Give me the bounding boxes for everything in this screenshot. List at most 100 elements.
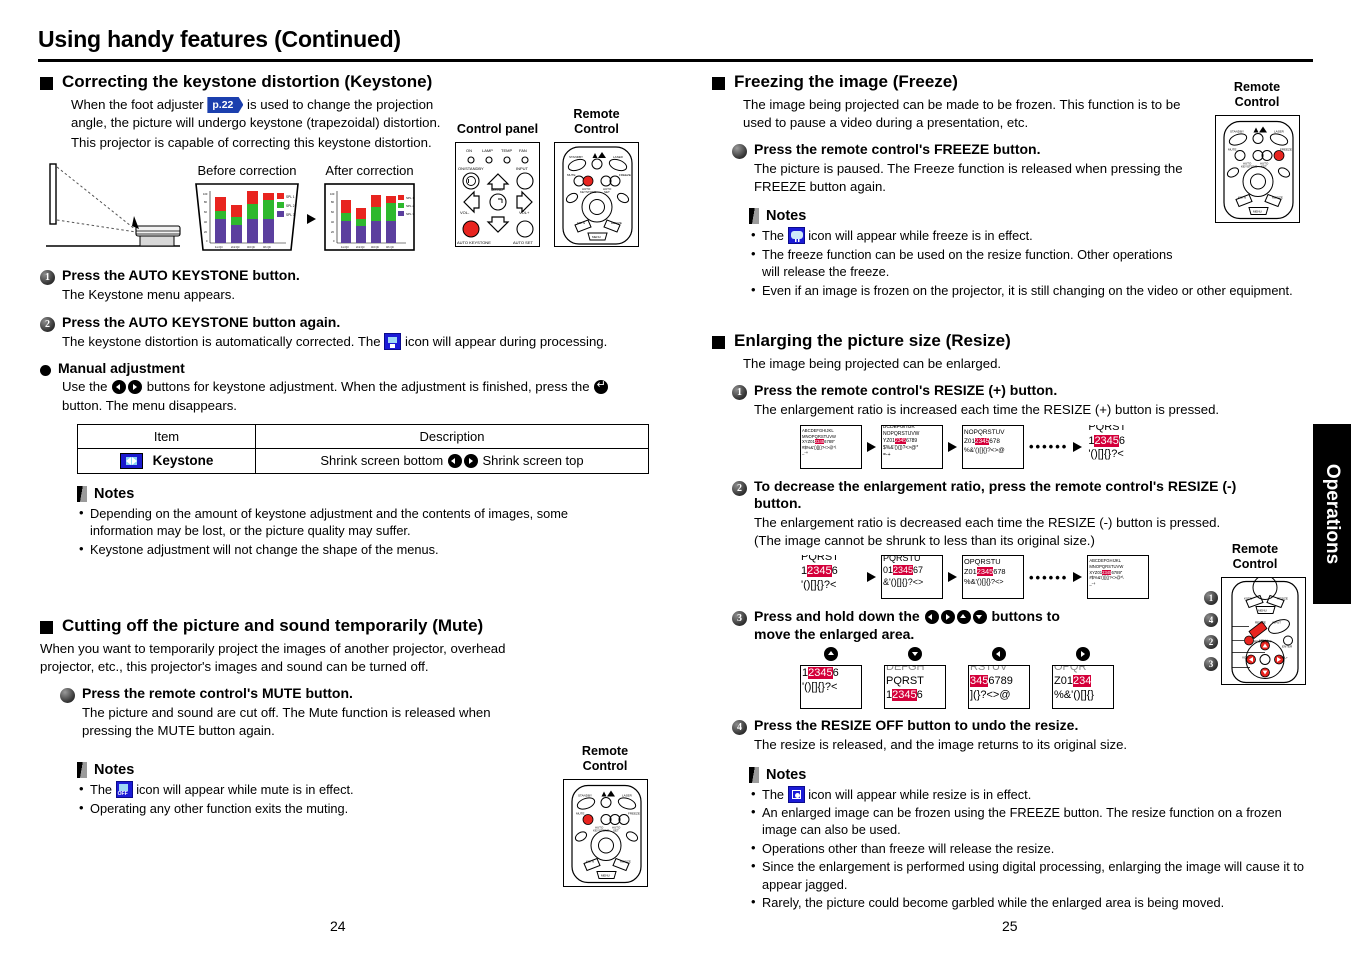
bullet-square-icon (712, 77, 725, 90)
svg-text:VOL+: VOL+ (519, 210, 530, 215)
move-down-block: DEFGH PQRST 123456 (884, 647, 946, 710)
enter-button-icon[interactable] (594, 378, 609, 395)
thumbnail-enlarge-2: BCDEFGHIJK NOPQRSTUVW YZ0123456789 $%&'()… (881, 424, 943, 469)
step-number-2: 2 (732, 480, 747, 496)
svg-text:SPL 1: SPL 1 (286, 195, 295, 199)
svg-text:RESIZE: RESIZE (620, 860, 631, 864)
projection-svg (46, 163, 181, 248)
right-arrow-icon[interactable] (463, 454, 478, 469)
svg-text:VOL-: VOL- (1242, 656, 1249, 660)
resize-step1-title: Press the remote control's RESIZE (+) bu… (754, 381, 1058, 398)
page-reference-chip[interactable]: p.22 (207, 96, 244, 114)
list-item: Even if an image is frozen on the projec… (749, 281, 1304, 299)
keystone-remote-illustration: Remote Control STANDBY LASER MUTE FREEZE… (554, 107, 639, 248)
svg-text:KEYSTONE: KEYSTONE (580, 190, 596, 194)
mute-note1-a: The (90, 782, 113, 798)
keystone-step1-title: Press the AUTO KEYSTONE button. (62, 267, 300, 284)
bullet-square-icon (40, 77, 53, 90)
svg-text:FREEZE: FREEZE (628, 812, 640, 816)
after-correction-chart: SPL 1 SPL 2 SPL 3 1st Qtr 2nd Qtr 3rd Qtr… (324, 183, 415, 252)
left-arrow-icon[interactable] (447, 454, 462, 469)
keystone-notes-list: Depending on the amount of keystone adju… (77, 504, 622, 558)
mute-status-icon (115, 781, 133, 799)
resize-step1-body: The enlargement ratio is increased each … (754, 401, 1220, 417)
list-item: Rarely, the picture could become garbled… (749, 893, 1314, 911)
resize-status-icon (787, 785, 805, 803)
left-arrow-button-icon[interactable] (112, 380, 127, 395)
resize-step4-title: Press the RESIZE OFF button to undo the … (754, 717, 1079, 734)
svg-text:2nd Qtr: 2nd Qtr (231, 245, 240, 249)
left-arrow-button-icon[interactable] (924, 610, 939, 625)
sequence-arrow-icon (1073, 572, 1083, 583)
step-number-1: 1 (40, 270, 55, 286)
svg-text:SPL 2: SPL 2 (406, 204, 414, 208)
left-column: Correcting the keystone distortion (Keys… (40, 72, 680, 888)
resize-intro: The image being projected can be enlarge… (743, 355, 1002, 371)
freeze-remote-art: STANDBY LASER MUTE FREEZE AUTO KEYSTONE AUT… (1214, 115, 1300, 224)
resize-callout-column: 1 4 2 3 (1204, 591, 1218, 672)
list-item: Since the enlargement is performed using… (749, 857, 1314, 893)
remote-svg-mute: STANDBY LASER MUTE FREEZE AUTOKEYSTONE AUT… (570, 785, 642, 884)
thumbnail-move-right: OPQR Z01234 %&'()[]{} (1052, 665, 1114, 710)
right-arrow-button-icon[interactable] (940, 610, 955, 625)
svg-text:LASER: LASER (622, 794, 633, 798)
keystone-table-wrap: Item Description Keystone Shrink screen … (77, 423, 680, 474)
svg-text:SET: SET (604, 190, 610, 194)
svg-text:MENU: MENU (1259, 639, 1268, 643)
keystone-intro-c: This projector is capable of correcting … (71, 135, 432, 151)
left-arrow-icon (992, 647, 1006, 662)
desc-left: Shrink screen bottom (320, 453, 444, 469)
before-correction-chart: SPL 1 SPL 2 SPL 3 1st Qtr 2nd Qtr 3rd Qtr… (195, 183, 299, 252)
remote-svg-freeze: STANDBY LASER MUTE FREEZE AUTOKEYSTONE AUT… (1222, 121, 1294, 220)
keystone-step-2: 2 Press the AUTO KEYSTONE button again. (40, 314, 680, 332)
svg-text:1st Qtr: 1st Qtr (215, 245, 223, 249)
freeze-step-body: The picture is paused. The Freeze functi… (754, 160, 1183, 195)
resize-step3-title: Press and hold down the buttons to move … (754, 608, 1084, 643)
thumbnail-enlarge-3: NOPQRSTUV Z012345678 %&'()[]{}?<>@ (962, 424, 1024, 469)
note-icon (77, 485, 87, 502)
sequence-ellipsis: •••••• (1029, 569, 1069, 585)
keystone-remote-art: STANDBY LASER MUTE FREEZE AUTO KEYSTONE AUT… (554, 142, 639, 248)
svg-text:ENTER: ENTER (1282, 645, 1293, 649)
svg-text:SET: SET (1261, 165, 1267, 169)
section-keystone: Correcting the keystone distortion (Keys… (40, 72, 680, 558)
svg-text:FREEZE: FREEZE (619, 173, 631, 177)
section-mute: Cutting off the picture and sound tempor… (40, 616, 680, 888)
mute-remote-illustration: Remote Control STANDBY LASER MUTE FREEZE… (545, 744, 665, 888)
resize-step2-title: To decrease the enlargement ratio, press… (754, 477, 1237, 512)
side-tab-operations: Operations (1313, 424, 1351, 604)
resize-remote-art: KSTN RESIZE MENU RESIZE INPUT RESIZE OFF EN… (1221, 575, 1306, 686)
table-row: Keystone Shrink screen bottom Shrink scr… (77, 447, 649, 474)
up-arrow-button-icon[interactable] (956, 610, 971, 625)
step-number-4: 4 (732, 720, 747, 736)
right-arrow-button-icon[interactable] (128, 380, 143, 395)
svg-text:KEYSTONE: KEYSTONE (1241, 165, 1257, 169)
manual-adjustment-title: Manual adjustment (58, 359, 185, 376)
sequence-ellipsis: •••••• (1029, 439, 1069, 455)
svg-text:KSTN: KSTN (1238, 196, 1246, 200)
freeze-note1-a: The (762, 228, 785, 244)
mute-step-body: The picture and sound are cut off. The M… (82, 705, 491, 739)
thumbnail-shrink-2: PQRSTU 01234567 &'()[]{}?<> (881, 555, 943, 600)
callout-1: 1 (1204, 591, 1218, 606)
list-item: Keystone adjustment will not change the … (77, 540, 622, 558)
svg-text:AUTO KEYSTONE: AUTO KEYSTONE (457, 240, 491, 245)
svg-text:STANDBY: STANDBY (1230, 130, 1244, 134)
desc-right: Shrink screen top (482, 453, 584, 469)
thumbnail-shrink-4: ABCDEFGHIJKL MNOPQRSTUVW XYZ0123456789" #… (1087, 555, 1150, 600)
bullet-square-icon (40, 621, 53, 635)
resize-step-2: 2 To decrease the enlargement ratio, pre… (732, 478, 1312, 513)
resize-notes-title: Notes (766, 766, 807, 783)
freeze-status-icon (787, 227, 805, 245)
thumbnail-shrink-3: OPQRSTU Z012345678 %&'()[]{}?<> (962, 555, 1024, 600)
after-correction-label: After correction (325, 163, 414, 179)
svg-text:4th Qtr: 4th Qtr (386, 245, 394, 249)
svg-text:100: 100 (330, 192, 335, 196)
manual-body-b: buttons for keystone adjustment. When th… (146, 379, 590, 395)
down-arrow-button-icon[interactable] (972, 610, 987, 625)
keystone-notes-block: Notes Depending on the amount of keyston… (77, 485, 680, 558)
svg-text:KSTN: KSTN (1244, 597, 1252, 601)
keystone-device-illustrations: Control panel ON LAMP TEMP FAN ON/STANDB… (455, 107, 685, 248)
sequence-arrow-icon (1073, 441, 1083, 452)
svg-text:INPUT: INPUT (516, 166, 529, 171)
